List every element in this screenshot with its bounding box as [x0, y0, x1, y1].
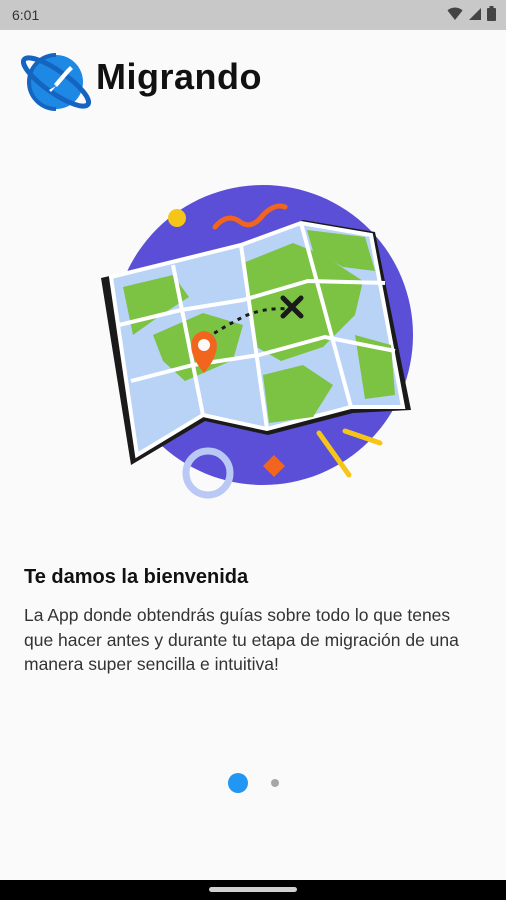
- signal-icon: [469, 7, 481, 20]
- app-title: Migrando: [96, 56, 262, 97]
- system-navigation-bar: [0, 880, 506, 900]
- onboarding-description: La App donde obtendrás guías sobre todo …: [24, 605, 459, 674]
- status-time: 6:01: [12, 7, 40, 23]
- page-dot-inactive[interactable]: [271, 779, 279, 787]
- page-indicator: [0, 771, 506, 795]
- page-dot-active[interactable]: [228, 773, 248, 793]
- planet-logo-icon: [20, 53, 92, 111]
- wifi-icon: [447, 7, 463, 20]
- status-bar: 6:01: [0, 0, 506, 30]
- status-icons: [447, 6, 496, 21]
- onboarding-title: Te damos la bienvenida: [24, 566, 249, 588]
- home-gesture-handle[interactable]: [209, 887, 297, 892]
- battery-icon: [487, 6, 496, 21]
- world-map-icon: [101, 185, 413, 499]
